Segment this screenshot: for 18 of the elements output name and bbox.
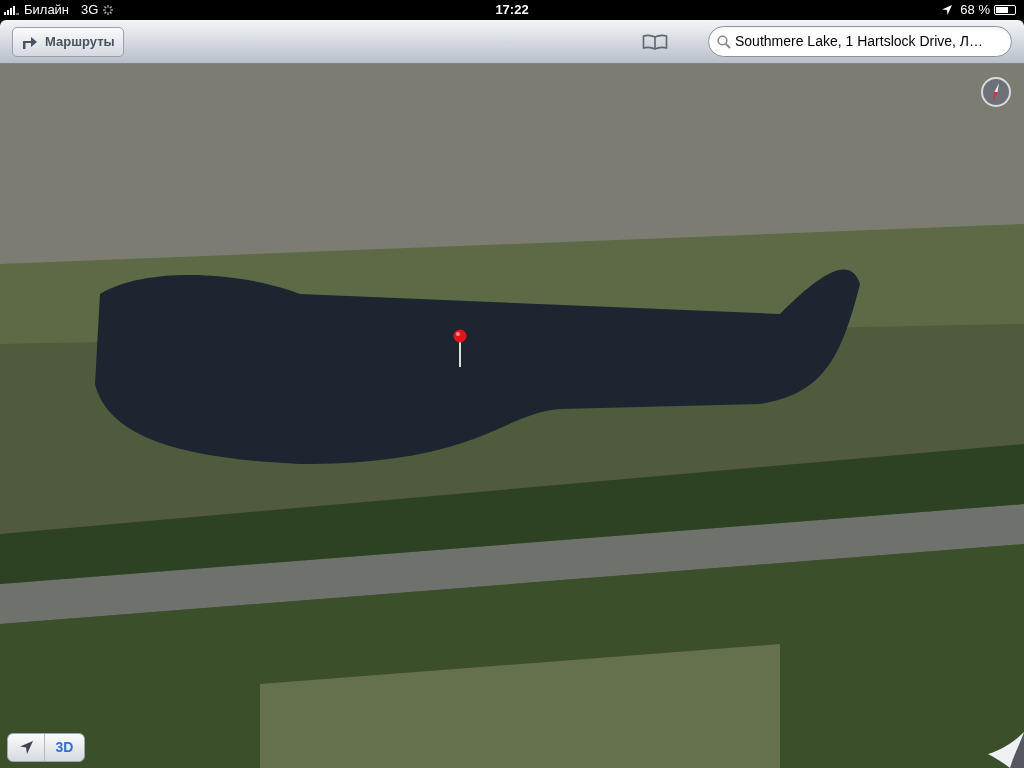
battery-percent: 68 % xyxy=(960,1,990,20)
search-field[interactable]: Southmere Lake, 1 Hartslock Drive, Л… xyxy=(708,26,1012,57)
turn-arrow-icon xyxy=(21,34,37,49)
map-pin-icon xyxy=(453,329,467,367)
directions-button[interactable]: Маршруты xyxy=(12,26,124,57)
location-arrow-icon xyxy=(942,5,953,15)
activity-spinner-icon xyxy=(102,4,115,16)
search-icon xyxy=(717,34,731,49)
clock-time: 17:22 xyxy=(495,1,529,20)
3d-button[interactable]: 3D xyxy=(45,734,84,761)
signal-icon xyxy=(4,5,20,15)
network-type: 3G xyxy=(81,1,99,20)
location-arrow-icon xyxy=(19,741,33,754)
bookmarks-icon[interactable] xyxy=(642,33,668,50)
battery-icon xyxy=(994,5,1016,15)
compass-icon[interactable] xyxy=(981,77,1011,107)
page-curl-icon[interactable] xyxy=(988,732,1024,768)
carrier-name: Билайн xyxy=(24,1,70,20)
